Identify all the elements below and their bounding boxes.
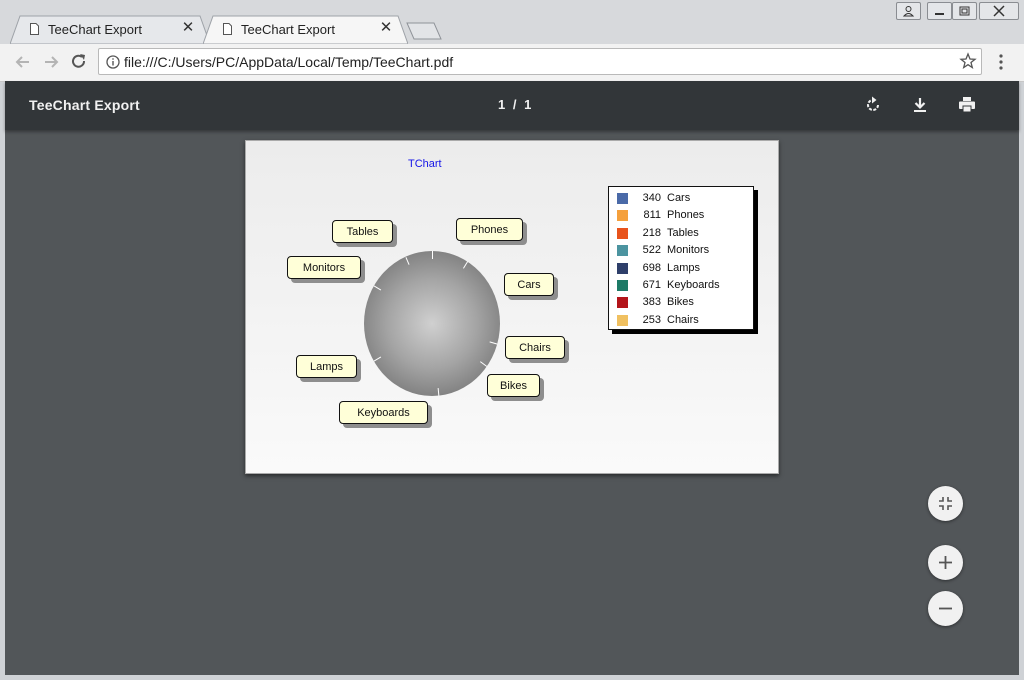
legend-label: Tables bbox=[667, 226, 699, 239]
legend-item-chairs: 253 Chairs bbox=[609, 312, 753, 329]
slice-label-cars: Cars bbox=[504, 273, 554, 296]
legend-item-tables: 218 Tables bbox=[609, 225, 753, 242]
chart-title: TChart bbox=[408, 158, 442, 170]
new-tab-button[interactable] bbox=[406, 22, 442, 40]
print-icon[interactable] bbox=[957, 95, 977, 115]
pie-chart bbox=[364, 251, 500, 396]
menu-dots-icon[interactable] bbox=[993, 52, 1009, 72]
legend-value: 522 bbox=[642, 244, 661, 257]
user-icon bbox=[902, 6, 915, 17]
fit-page-icon bbox=[939, 497, 952, 510]
legend-item-lamps: 698 Lamps bbox=[609, 260, 753, 277]
tab-teechart-export-1[interactable]: TeeChart Export ✕ bbox=[10, 15, 210, 44]
pdf-toolbar: TeeChart Export 1 / 1 bbox=[5, 81, 1019, 130]
close-window-button[interactable] bbox=[979, 2, 1019, 20]
restore-icon bbox=[959, 6, 970, 16]
total-pages: 1 bbox=[524, 97, 532, 112]
legend-label: Monitors bbox=[667, 244, 710, 257]
tab-title: TeeChart Export bbox=[48, 22, 142, 37]
reload-icon[interactable] bbox=[69, 52, 89, 72]
legend-label: Keyboards bbox=[667, 279, 720, 291]
browser-window: TeeChart Export ✕ TeeChart Export ✕ file… bbox=[0, 0, 1024, 680]
legend-value: 698 bbox=[642, 261, 661, 274]
back-arrow-icon[interactable] bbox=[13, 52, 33, 72]
document-icon bbox=[30, 23, 39, 35]
legend-swatch bbox=[617, 262, 628, 274]
address-text: file:///C:/Users/PC/AppData/Local/Temp/T… bbox=[124, 54, 454, 70]
tab-strip: TeeChart Export ✕ TeeChart Export ✕ bbox=[0, 0, 1024, 44]
legend-label: Phones bbox=[667, 209, 705, 222]
close-tab-icon[interactable]: ✕ bbox=[378, 20, 394, 36]
legend-item-bikes: 383 Bikes bbox=[609, 294, 753, 311]
slice-boundary bbox=[432, 251, 433, 259]
legend-label: Cars bbox=[667, 192, 691, 204]
slice-label-keyboards: Keyboards bbox=[339, 401, 428, 424]
legend-label: Chairs bbox=[667, 313, 699, 326]
minimize-button[interactable] bbox=[927, 2, 952, 20]
address-bar[interactable]: file:///C:/Users/PC/AppData/Local/Temp/T… bbox=[98, 48, 982, 75]
pdf-viewer: TeeChart Export 1 / 1 TChart Phones Tabl… bbox=[5, 81, 1019, 675]
current-page[interactable]: 1 bbox=[498, 97, 505, 112]
slice-label-lamps: Lamps bbox=[296, 355, 357, 378]
legend-swatch bbox=[617, 193, 628, 204]
info-icon[interactable] bbox=[106, 55, 120, 69]
legend-swatch bbox=[617, 227, 628, 239]
tab-title: TeeChart Export bbox=[241, 22, 335, 37]
legend-swatch bbox=[617, 210, 628, 222]
page-indicator: 1 / 1 bbox=[496, 97, 533, 112]
minimize-icon bbox=[935, 13, 944, 15]
slice-label-phones: Phones bbox=[456, 218, 523, 241]
rotate-icon[interactable] bbox=[863, 95, 883, 115]
legend-swatch bbox=[617, 245, 628, 257]
legend-item-phones: 811 Phones bbox=[609, 207, 753, 224]
profile-button[interactable] bbox=[896, 2, 921, 20]
pdf-title: TeeChart Export bbox=[29, 97, 140, 113]
fit-to-page-button[interactable] bbox=[928, 486, 963, 521]
plus-icon bbox=[939, 556, 952, 569]
download-icon[interactable] bbox=[910, 95, 930, 115]
forward-arrow-icon[interactable] bbox=[41, 52, 61, 72]
restore-button[interactable] bbox=[952, 2, 977, 20]
pdf-page: TChart Phones Tables Monitors Cars Chair… bbox=[245, 140, 779, 474]
bookmark-star-icon[interactable] bbox=[959, 52, 977, 70]
zoom-out-button[interactable] bbox=[928, 591, 963, 626]
legend-value: 340 bbox=[642, 192, 661, 204]
tab-teechart-export-2[interactable]: TeeChart Export ✕ bbox=[203, 15, 408, 44]
legend-item-monitors: 522 Monitors bbox=[609, 242, 753, 259]
legend-value: 811 bbox=[643, 209, 661, 222]
close-icon bbox=[993, 5, 1005, 17]
browser-toolbar: file:///C:/Users/PC/AppData/Local/Temp/T… bbox=[0, 44, 1024, 82]
legend-value: 218 bbox=[642, 226, 661, 239]
legend-value: 671 bbox=[642, 279, 661, 291]
legend-swatch bbox=[617, 314, 628, 326]
slice-label-monitors: Monitors bbox=[287, 256, 361, 279]
chart-legend: 340 Cars 811 Phones 218 Tables 522 Monitors 698 L… bbox=[608, 186, 754, 330]
slice-label-chairs: Chairs bbox=[505, 336, 565, 359]
legend-item-cars: 340 Cars bbox=[609, 190, 753, 207]
legend-value: 383 bbox=[642, 296, 661, 309]
slice-label-tables: Tables bbox=[332, 220, 393, 243]
legend-label: Lamps bbox=[667, 261, 701, 274]
slice-label-bikes: Bikes bbox=[487, 374, 540, 397]
document-icon bbox=[223, 23, 232, 35]
legend-swatch bbox=[617, 280, 628, 291]
zoom-in-button[interactable] bbox=[928, 545, 963, 580]
page-separator: / bbox=[512, 97, 517, 112]
legend-value: 253 bbox=[642, 313, 661, 326]
minus-icon bbox=[939, 607, 952, 610]
legend-item-keyboards: 671 Keyboards bbox=[609, 277, 753, 294]
legend-label: Bikes bbox=[667, 296, 694, 309]
legend-swatch bbox=[617, 297, 628, 309]
close-tab-icon[interactable]: ✕ bbox=[180, 20, 196, 36]
